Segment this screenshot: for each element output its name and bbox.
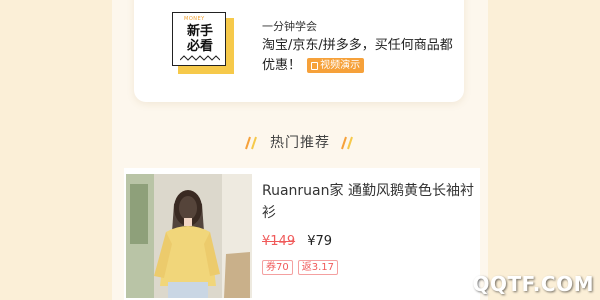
background-left-panel	[0, 0, 112, 300]
slash-decoration-icon	[341, 136, 354, 150]
site-watermark: QQTF.COM	[472, 272, 594, 296]
tutorial-headline: 淘宝/京东/拼多多，买任何商品都优惠！ 视频演示	[262, 36, 462, 76]
zigzag-decoration-icon	[180, 55, 220, 61]
product-title[interactable]: Ruanruan家 通勤风鹅黄色长袖衬衫	[262, 180, 476, 224]
product-image[interactable]	[126, 174, 252, 298]
price-row: ¥149 ¥79	[262, 234, 332, 249]
video-icon	[311, 61, 319, 70]
badge-line-2: 必看	[186, 39, 213, 54]
tutorial-card[interactable]: MONEY 新手 必看 一分钟学会 淘宝/京东/拼多多，买任何商品都优惠！ 视频…	[134, 0, 464, 102]
badge-line-1: 新手	[186, 24, 213, 39]
tutorial-subtitle: 一分钟学会	[262, 20, 317, 33]
current-price: ¥79	[307, 234, 333, 249]
section-title: 热门推荐	[270, 135, 330, 151]
video-demo-button[interactable]: 视频演示	[307, 58, 365, 73]
app-screen: MONEY 新手 必看 一分钟学会 淘宝/京东/拼多多，买任何商品都优惠！ 视频…	[112, 0, 488, 300]
original-price: ¥149	[262, 234, 296, 249]
slash-decoration-icon	[244, 136, 257, 150]
section-heading: 热门推荐	[112, 132, 488, 152]
rebate-badge: 返3.17	[297, 260, 338, 275]
model-photo-icon	[126, 174, 252, 298]
product-tags: 券70 返3.17	[262, 260, 338, 275]
coupon-badge: 券70	[262, 260, 293, 275]
product-card[interactable]: Ruanruan家 通勤风鹅黄色长袖衬衫 ¥149 ¥79 券70 返3.17	[124, 168, 480, 300]
video-demo-label: 视频演示	[320, 60, 361, 71]
newbie-guide-badge: MONEY 新手 必看	[172, 12, 234, 74]
background-right-panel	[488, 0, 600, 300]
badge-small-label: MONEY	[184, 16, 205, 22]
